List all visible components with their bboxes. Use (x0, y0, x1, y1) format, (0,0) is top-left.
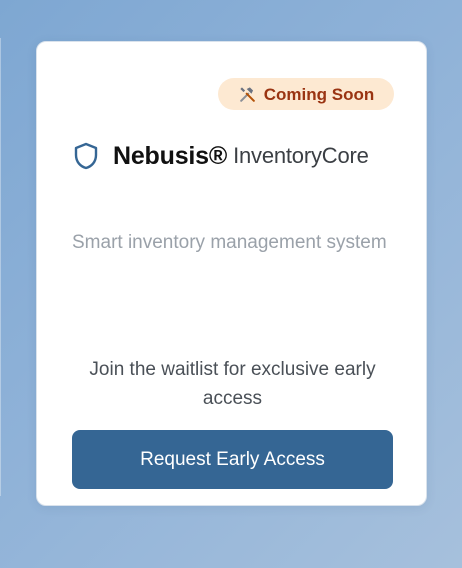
shield-icon (74, 142, 98, 170)
brand-name: Nebusis® (113, 141, 228, 170)
product-tagline: Smart inventory management system (72, 232, 387, 253)
background-edge (0, 38, 1, 496)
waitlist-text: Join the waitlist for exclusive early ac… (89, 359, 376, 409)
product-card: Coming Soon Nebusis® InventoryCore Smart… (36, 41, 427, 506)
hammer-wrench-icon (239, 86, 255, 102)
product-name: InventoryCore (233, 143, 369, 168)
request-early-access-button[interactable]: Request Early Access (72, 430, 393, 489)
coming-soon-badge: Coming Soon (218, 78, 394, 110)
brand-row: Nebusis® InventoryCore (73, 141, 369, 171)
badge-label: Coming Soon (263, 84, 375, 104)
